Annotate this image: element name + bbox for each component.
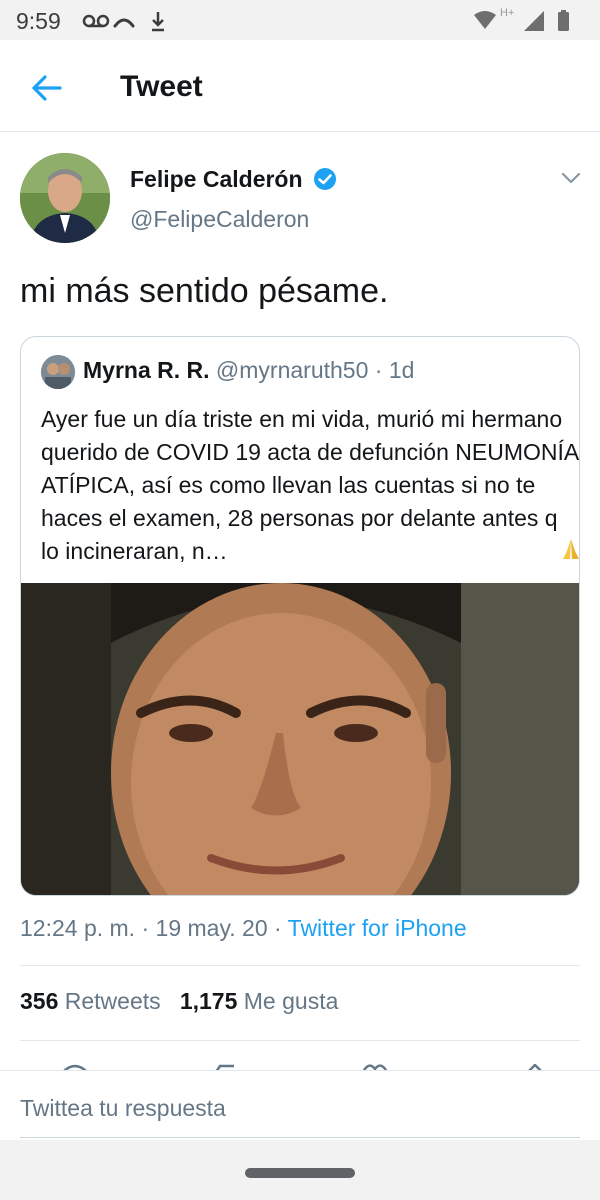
- likes-label: Me gusta: [243, 988, 339, 1014]
- app-bar: Tweet: [0, 40, 600, 132]
- meta-separator: ·: [274, 915, 282, 941]
- quote-text: Ayer fue un día triste en mi vida, murió…: [41, 406, 578, 564]
- quote-age: 1d: [388, 357, 415, 383]
- tweet-meta: 12:24 p. m. · 19 may. 20 · Twitter for i…: [20, 915, 467, 942]
- avatar[interactable]: [20, 153, 110, 243]
- author-handle[interactable]: @FelipeCalderon: [130, 206, 309, 233]
- tweet-time: 12:24 p. m.: [20, 915, 136, 941]
- voicemail-icon: [82, 14, 110, 28]
- wifi-icon: [474, 11, 496, 29]
- network-type-label: H+: [500, 7, 515, 19]
- divider: [20, 1040, 580, 1041]
- status-icons-left: [82, 10, 172, 37]
- home-gesture-pill[interactable]: [245, 1168, 355, 1178]
- quoted-tweet-card[interactable]: Myrna R. R. @myrnaruth50 · 1d Ayer fue u…: [20, 336, 580, 896]
- quote-author-name: Myrna R. R.: [83, 357, 210, 383]
- tweet-text: mi más sentido pésame.: [20, 272, 389, 310]
- signal-icon: [524, 11, 544, 31]
- quote-author-handle: @myrnaruth50: [215, 357, 369, 383]
- status-bar: 9:59 H+: [0, 0, 600, 40]
- verified-badge-icon: [314, 168, 336, 190]
- battery-icon: [558, 10, 569, 31]
- status-icons-right: H+: [472, 7, 582, 38]
- system-nav-bar: [0, 1140, 600, 1200]
- back-arrow-icon[interactable]: [28, 68, 68, 108]
- retweets-stat[interactable]: 356 Retweets: [20, 988, 161, 1014]
- download-icon: [152, 12, 164, 32]
- reply-underline: [20, 1137, 580, 1138]
- retweets-count: 356: [20, 988, 59, 1014]
- folded-hands-icon: [563, 539, 579, 559]
- likes-stat[interactable]: 1,175 Me gusta: [180, 988, 339, 1014]
- tweet-date: 19 may. 20: [155, 915, 268, 941]
- likes-count: 1,175: [179, 988, 238, 1014]
- page-title: Tweet: [120, 70, 203, 103]
- quote-header: Myrna R. R. @myrnaruth50 · 1d: [83, 357, 414, 384]
- missed-call-icon: [113, 18, 135, 28]
- reply-input[interactable]: Twittea tu respuesta: [20, 1095, 226, 1122]
- tweet-stats: 356 Retweets 1,175 Me gusta: [20, 988, 338, 1015]
- meta-separator: ·: [141, 915, 150, 941]
- quote-avatar: [41, 355, 75, 389]
- quote-photo[interactable]: [21, 583, 579, 895]
- retweets-label: Retweets: [64, 988, 161, 1014]
- quote-separator: ·: [374, 357, 383, 383]
- divider: [20, 965, 580, 966]
- author-name[interactable]: Felipe Calderón: [130, 166, 303, 193]
- tweet-source-link[interactable]: Twitter for iPhone: [288, 915, 467, 941]
- status-time: 9:59: [16, 8, 61, 34]
- chevron-down-icon[interactable]: [560, 170, 582, 186]
- reply-bar: Twittea tu respuesta: [0, 1070, 600, 1140]
